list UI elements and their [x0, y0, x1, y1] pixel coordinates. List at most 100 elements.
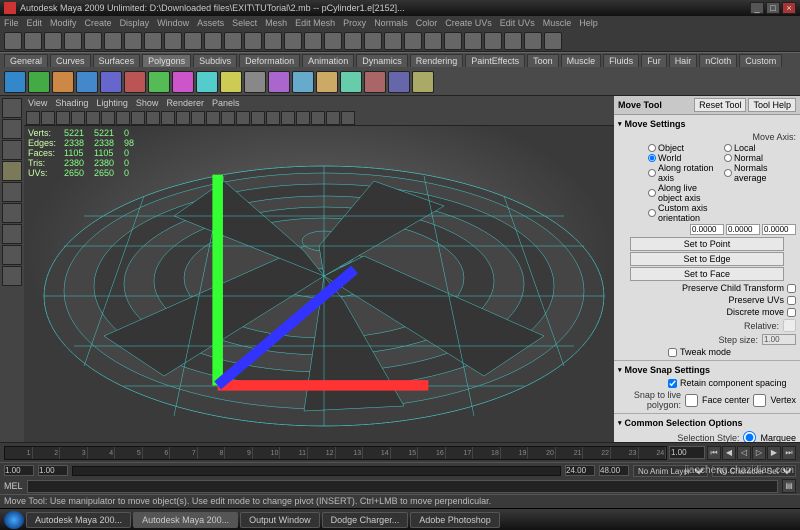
- preserve-uv-check[interactable]: [787, 296, 796, 305]
- play-button[interactable]: ▷: [752, 446, 766, 460]
- vp-tool-20[interactable]: [326, 111, 340, 125]
- time-slider[interactable]: 123456789101112131415161718192021222324: [4, 446, 667, 460]
- vp-tool-2[interactable]: [56, 111, 70, 125]
- menu-create[interactable]: Create: [85, 18, 112, 28]
- vertex-check[interactable]: [753, 394, 766, 407]
- start-button[interactable]: [4, 511, 24, 529]
- menu-edit-uvs[interactable]: Edit UVs: [500, 18, 535, 28]
- fast-fwd-button[interactable]: ⏭: [782, 446, 796, 460]
- shelf-tab-polygons[interactable]: Polygons: [142, 54, 191, 67]
- face-center-check[interactable]: [685, 394, 698, 407]
- status-icon-9[interactable]: [184, 32, 202, 50]
- shelf-tab-fur[interactable]: Fur: [641, 54, 667, 67]
- vp-tool-1[interactable]: [41, 111, 55, 125]
- select-tool[interactable]: [2, 98, 22, 118]
- shelf-tab-fluids[interactable]: Fluids: [603, 54, 639, 67]
- status-icon-5[interactable]: [104, 32, 122, 50]
- shelf-icon-10[interactable]: [244, 71, 266, 93]
- vp-tool-10[interactable]: [176, 111, 190, 125]
- maximize-button[interactable]: □: [766, 2, 780, 14]
- vp-menu-shading[interactable]: Shading: [55, 98, 88, 108]
- discrete-move-check[interactable]: [787, 308, 796, 317]
- shelf-tab-muscle[interactable]: Muscle: [561, 54, 602, 67]
- vp-tool-4[interactable]: [86, 111, 100, 125]
- preserve-child-check[interactable]: [787, 284, 796, 293]
- status-icon-25[interactable]: [504, 32, 522, 50]
- status-icon-23[interactable]: [464, 32, 482, 50]
- retain-spacing-check[interactable]: [668, 379, 677, 388]
- status-icon-24[interactable]: [484, 32, 502, 50]
- status-icon-6[interactable]: [124, 32, 142, 50]
- playback-start[interactable]: [38, 465, 68, 476]
- soft-tool[interactable]: [2, 245, 22, 265]
- vp-menu-renderer[interactable]: Renderer: [166, 98, 204, 108]
- status-icon-21[interactable]: [424, 32, 442, 50]
- range-start[interactable]: [4, 465, 34, 476]
- axis-radio-4[interactable]: [648, 209, 656, 217]
- show-tool[interactable]: [2, 266, 22, 286]
- shelf-icon-0[interactable]: [4, 71, 26, 93]
- shelf-tab-animation[interactable]: Animation: [302, 54, 354, 67]
- vp-tool-21[interactable]: [341, 111, 355, 125]
- status-icon-13[interactable]: [264, 32, 282, 50]
- status-icon-27[interactable]: [544, 32, 562, 50]
- vp-tool-18[interactable]: [296, 111, 310, 125]
- vp-tool-0[interactable]: [26, 111, 40, 125]
- shelf-tab-deformation[interactable]: Deformation: [239, 54, 300, 67]
- shelf-icon-17[interactable]: [412, 71, 434, 93]
- relative-check[interactable]: [783, 319, 796, 332]
- vp-menu-panels[interactable]: Panels: [212, 98, 240, 108]
- shelf-tab-custom[interactable]: Custom: [739, 54, 782, 67]
- shelf-icon-12[interactable]: [292, 71, 314, 93]
- menu-help[interactable]: Help: [579, 18, 598, 28]
- task-2[interactable]: Output Window: [240, 512, 320, 528]
- shelf-tab-dynamics[interactable]: Dynamics: [356, 54, 408, 67]
- shelf-tab-general[interactable]: General: [4, 54, 48, 67]
- step-size[interactable]: [762, 334, 796, 345]
- status-icon-15[interactable]: [304, 32, 322, 50]
- snap-settings-title[interactable]: Move Snap Settings: [618, 363, 796, 377]
- paint-tool[interactable]: [2, 140, 22, 160]
- shelf-icon-11[interactable]: [268, 71, 290, 93]
- status-icon-0[interactable]: [4, 32, 22, 50]
- menu-normals[interactable]: Normals: [374, 18, 408, 28]
- shelf-icon-6[interactable]: [148, 71, 170, 93]
- status-icon-19[interactable]: [384, 32, 402, 50]
- status-icon-17[interactable]: [344, 32, 362, 50]
- vp-tool-8[interactable]: [146, 111, 160, 125]
- menu-display[interactable]: Display: [120, 18, 150, 28]
- status-icon-3[interactable]: [64, 32, 82, 50]
- axis-radio-r2[interactable]: [724, 169, 732, 177]
- shelf-tab-curves[interactable]: Curves: [50, 54, 91, 67]
- menu-assets[interactable]: Assets: [197, 18, 224, 28]
- task-4[interactable]: Adobe Photoshop: [410, 512, 500, 528]
- status-icon-18[interactable]: [364, 32, 382, 50]
- menu-file[interactable]: File: [4, 18, 19, 28]
- minimize-button[interactable]: _: [750, 2, 764, 14]
- command-input[interactable]: [27, 480, 778, 493]
- menu-mesh[interactable]: Mesh: [265, 18, 287, 28]
- vp-tool-13[interactable]: [221, 111, 235, 125]
- shelf-tab-surfaces[interactable]: Surfaces: [93, 54, 141, 67]
- shelf-tab-rendering[interactable]: Rendering: [410, 54, 464, 67]
- step-fwd-button[interactable]: ▶: [767, 446, 781, 460]
- shelf-icon-1[interactable]: [28, 71, 50, 93]
- marquee-radio[interactable]: [743, 431, 756, 442]
- shelf-icon-4[interactable]: [100, 71, 122, 93]
- vp-tool-16[interactable]: [266, 111, 280, 125]
- vp-menu-lighting[interactable]: Lighting: [96, 98, 128, 108]
- script-editor-button[interactable]: ▤: [782, 479, 796, 493]
- scale-tool[interactable]: [2, 203, 22, 223]
- vp-tool-9[interactable]: [161, 111, 175, 125]
- menu-modify[interactable]: Modify: [50, 18, 77, 28]
- vp-tool-11[interactable]: [191, 111, 205, 125]
- status-icon-26[interactable]: [524, 32, 542, 50]
- status-icon-7[interactable]: [144, 32, 162, 50]
- status-icon-1[interactable]: [24, 32, 42, 50]
- axis-radio-0[interactable]: [648, 144, 656, 152]
- vp-menu-show[interactable]: Show: [136, 98, 159, 108]
- status-icon-2[interactable]: [44, 32, 62, 50]
- rotate-tool[interactable]: [2, 182, 22, 202]
- status-icon-14[interactable]: [284, 32, 302, 50]
- perspective-viewport[interactable]: Verts:522152210Edges:2338233898Faces:110…: [24, 126, 614, 442]
